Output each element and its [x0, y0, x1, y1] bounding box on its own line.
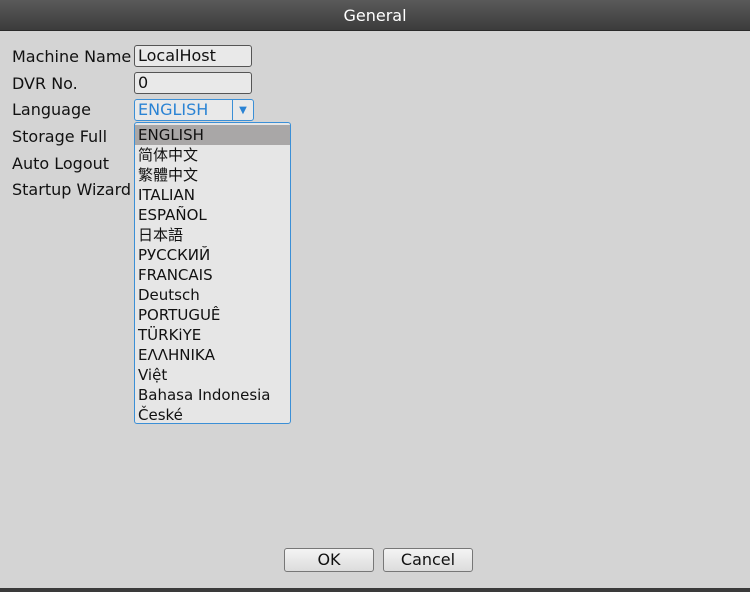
- language-option[interactable]: Bahasa Indonesia: [135, 385, 290, 405]
- language-select[interactable]: ENGLISH ▼: [134, 99, 254, 121]
- language-select-value: ENGLISH: [138, 100, 209, 119]
- language-option[interactable]: ITALIAN: [135, 185, 290, 205]
- language-option[interactable]: РУССКИЙ: [135, 245, 290, 265]
- machine-name-label: Machine Name: [12, 47, 132, 66]
- language-label: Language: [12, 100, 91, 119]
- language-option[interactable]: PORTUGUÊ: [135, 305, 290, 325]
- dvr-no-label: DVR No.: [12, 74, 78, 93]
- machine-name-input[interactable]: LocalHost: [134, 45, 252, 67]
- language-option[interactable]: 繁體中文: [135, 165, 290, 185]
- language-option[interactable]: FRANCAIS: [135, 265, 290, 285]
- language-option[interactable]: ΕΛΛΗΝΙΚΑ: [135, 345, 290, 365]
- language-option[interactable]: Deutsch: [135, 285, 290, 305]
- title-bar: General: [0, 0, 750, 31]
- caret-down-icon[interactable]: ▼: [232, 100, 253, 120]
- language-option[interactable]: České: [135, 405, 290, 425]
- language-option[interactable]: TÜRKiYE: [135, 325, 290, 345]
- storage-full-label: Storage Full: [12, 127, 108, 146]
- language-option[interactable]: 日本語: [135, 225, 290, 245]
- general-settings-panel: [0, 31, 750, 590]
- startup-wizard-label: Startup Wizard: [12, 180, 132, 199]
- language-option[interactable]: ESPAÑOL: [135, 205, 290, 225]
- language-option[interactable]: Việt: [135, 365, 290, 385]
- bottom-border: [0, 588, 750, 592]
- window-title: General: [343, 5, 407, 25]
- auto-logout-label: Auto Logout: [12, 154, 110, 173]
- language-dropdown-list[interactable]: ENGLISH 简体中文 繁體中文 ITALIAN ESPAÑOL 日本語 РУССКИЙ F…: [134, 122, 291, 424]
- cancel-button[interactable]: Cancel: [383, 548, 473, 572]
- language-option[interactable]: 简体中文: [135, 145, 290, 165]
- dvr-no-input[interactable]: 0: [134, 72, 252, 94]
- ok-button[interactable]: OK: [284, 548, 374, 572]
- language-option[interactable]: ENGLISH: [135, 125, 290, 145]
